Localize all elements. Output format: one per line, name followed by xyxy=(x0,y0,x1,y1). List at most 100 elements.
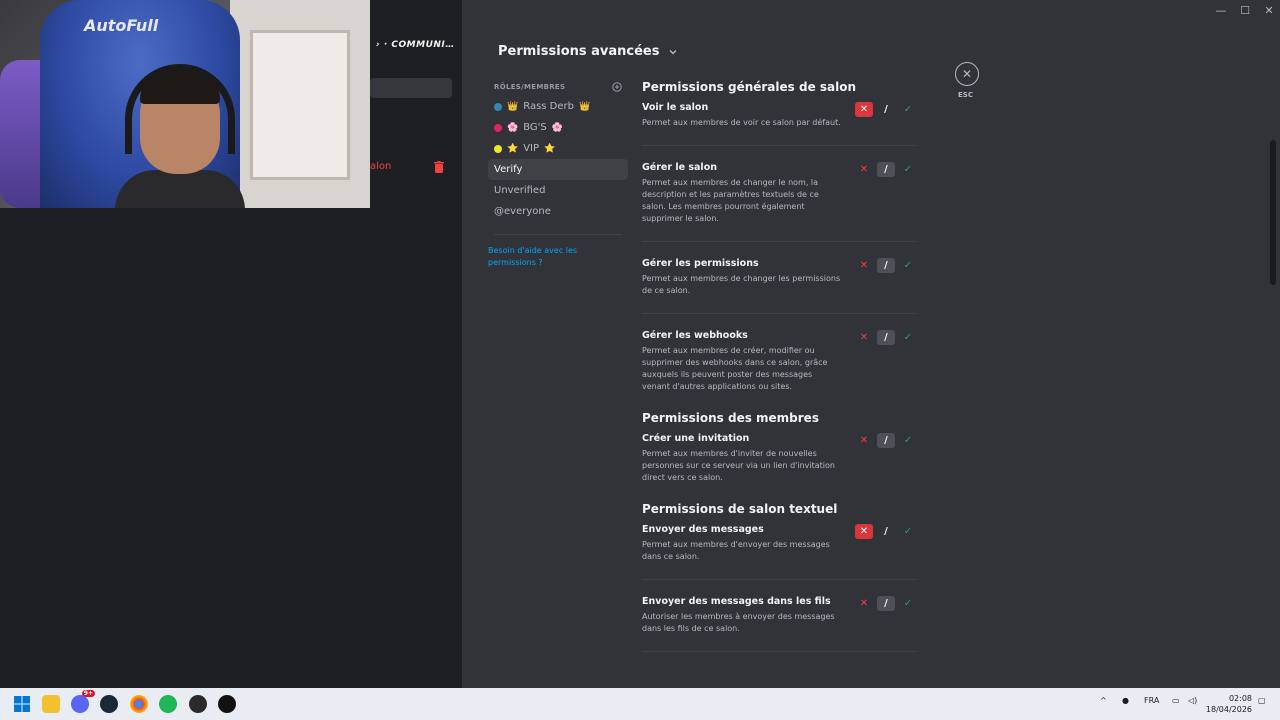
tray-expand-icon[interactable]: ^ xyxy=(1100,696,1107,705)
sidebar-category-header: › · COMMUNI… xyxy=(376,40,455,50)
microphone-icon[interactable]: ● xyxy=(1122,696,1129,705)
permission-description: Permet aux membres de créer, modifier ou… xyxy=(642,346,828,391)
role-emoji-icon: ⭐ xyxy=(544,143,556,154)
scrollbar-thumb[interactable] xyxy=(1270,140,1276,285)
roles-members-list: RÔLES/MEMBRES 👑 Rass Derb 👑 🌸 BG'S 🌸 ⭐ VIP ⭐ Veri… xyxy=(488,80,628,269)
role-label: Rass Derb xyxy=(523,101,574,112)
allow-toggle-button[interactable]: ✓ xyxy=(899,524,917,539)
esc-label: ESC xyxy=(958,91,973,99)
role-item[interactable]: Verify xyxy=(488,159,628,180)
sidebar-selected-item[interactable] xyxy=(370,78,452,98)
role-item[interactable]: Unverified xyxy=(488,180,628,201)
roles-header-label: RÔLES/MEMBRES xyxy=(494,83,566,91)
permission-section-title: Permissions des membres xyxy=(642,411,819,425)
deny-toggle-button[interactable]: ✕ xyxy=(855,596,873,611)
permission-row: Gérer le salon Permet aux membres de chan… xyxy=(642,146,917,242)
webcam-overlay: AutoFull xyxy=(0,0,370,208)
neutral-toggle-button[interactable]: / xyxy=(877,524,895,539)
discord-badge: 9+ xyxy=(81,690,95,697)
webcam-person-body xyxy=(115,170,245,208)
deny-toggle-button[interactable]: ✕ xyxy=(855,162,873,177)
advanced-permissions-panel: — ☐ ✕ Permissions avancées RÔLES/MEMBRES… xyxy=(462,0,1280,688)
allow-toggle-button[interactable]: ✓ xyxy=(899,162,917,177)
allow-toggle-button[interactable]: ✓ xyxy=(899,102,917,117)
allow-toggle-button[interactable]: ✓ xyxy=(899,258,917,273)
language-indicator[interactable]: FRA xyxy=(1144,696,1159,705)
permissions-help-link[interactable]: Besoin d'aide avec les permissions ? xyxy=(488,245,598,269)
window-maximize-button[interactable]: ☐ xyxy=(1238,4,1252,18)
role-emoji-icon: ⭐ xyxy=(507,143,519,154)
chevron-down-icon[interactable] xyxy=(668,47,678,57)
neutral-toggle-button[interactable]: / xyxy=(877,258,895,273)
permission-section-title: Permissions générales de salon xyxy=(642,80,857,94)
allow-toggle-button[interactable]: ✓ xyxy=(899,433,917,448)
window-minimize-button[interactable]: — xyxy=(1214,4,1228,18)
panel-title: Permissions avancées xyxy=(498,44,660,59)
permission-description: Permet aux membres de changer les permis… xyxy=(642,274,841,295)
discord-icon[interactable]: 9+ xyxy=(71,690,95,713)
deny-toggle-button[interactable]: ✕ xyxy=(855,524,873,539)
webcam-chair-brand: AutoFull xyxy=(84,16,159,35)
windows-start-icon[interactable] xyxy=(13,695,31,713)
permission-row: Envoyer des messages dans les fils Autori… xyxy=(642,580,917,652)
permission-toggle-group: ✕ / ✓ xyxy=(855,433,917,448)
role-emoji-icon: 🌸 xyxy=(551,122,563,133)
permission-description: Autoriser les membres à envoyer des mess… xyxy=(642,612,835,633)
deny-toggle-button[interactable]: ✕ xyxy=(855,258,873,273)
window-close-button[interactable]: ✕ xyxy=(1262,4,1276,18)
deny-toggle-button[interactable]: ✕ xyxy=(855,330,873,345)
neutral-toggle-button[interactable]: / xyxy=(877,433,895,448)
role-label: Unverified xyxy=(494,185,546,196)
steam-icon[interactable] xyxy=(100,695,118,713)
permission-toggle-group: ✕ / ✓ xyxy=(855,162,917,177)
deny-toggle-button[interactable]: ✕ xyxy=(855,433,873,448)
permission-toggle-group: ✕ / ✓ xyxy=(855,102,917,117)
add-role-icon[interactable] xyxy=(612,82,622,92)
notifications-icon[interactable]: ▢ xyxy=(1258,696,1266,705)
permission-description: Permet aux membres d'envoyer des message… xyxy=(642,540,830,561)
network-icon[interactable]: ▭ xyxy=(1172,696,1180,705)
neutral-toggle-button[interactable]: / xyxy=(877,162,895,177)
role-item[interactable]: 🌸 BG'S 🌸 xyxy=(488,117,628,138)
allow-toggle-button[interactable]: ✓ xyxy=(899,596,917,611)
clock-date: 18/04/2026 xyxy=(1205,705,1252,714)
chrome-icon[interactable] xyxy=(130,695,148,713)
role-item[interactable]: 👑 Rass Derb 👑 xyxy=(488,96,628,117)
permissions-list: Permissions générales de salon Voir le sa… xyxy=(642,80,917,652)
permission-toggle-group: ✕ / ✓ xyxy=(855,258,917,273)
role-emoji-icon: 👑 xyxy=(579,101,591,112)
system-clock[interactable]: 02:08 18/04/2026 xyxy=(1204,693,1252,715)
allow-toggle-button[interactable]: ✓ xyxy=(899,330,917,345)
file-explorer-icon[interactable] xyxy=(42,695,60,713)
role-label: BG'S xyxy=(523,122,547,133)
neutral-toggle-button[interactable]: / xyxy=(877,330,895,345)
role-item[interactable]: @everyone xyxy=(488,201,628,222)
spotify-icon[interactable] xyxy=(159,695,177,713)
permission-row: Envoyer des messages Permet aux membres d… xyxy=(642,522,917,580)
obs-icon[interactable] xyxy=(189,695,207,713)
close-button[interactable]: ✕ xyxy=(955,62,979,86)
webcam-person xyxy=(115,60,245,208)
windows-taskbar: 9+ ^ ● FRA ▭ ◁) 02:08 18/04/2026 ▢ xyxy=(0,688,1280,720)
roles-divider xyxy=(494,234,622,235)
delete-channel-item[interactable]: alon xyxy=(370,161,391,172)
roles-header: RÔLES/MEMBRES xyxy=(488,80,628,94)
roles-list: 👑 Rass Derb 👑 🌸 BG'S 🌸 ⭐ VIP ⭐ Verify Unverified @e… xyxy=(488,96,628,222)
role-emoji-icon: 🌸 xyxy=(507,122,519,133)
logitech-g-icon[interactable] xyxy=(218,695,236,713)
role-item[interactable]: ⭐ VIP ⭐ xyxy=(488,138,628,159)
role-color-dot xyxy=(494,144,502,153)
permission-description: Permet aux membres de voir ce salon par … xyxy=(642,118,841,127)
clock-time: 02:08 xyxy=(1228,694,1252,703)
volume-icon[interactable]: ◁) xyxy=(1188,696,1197,705)
panel-title-row[interactable]: Permissions avancées xyxy=(498,44,678,59)
permission-toggle-group: ✕ / ✓ xyxy=(855,596,917,611)
neutral-toggle-button[interactable]: / xyxy=(877,596,895,611)
permission-toggle-group: ✕ / ✓ xyxy=(855,330,917,345)
role-label: VIP xyxy=(523,143,540,154)
permission-row: Créer une invitation Permet aux membres d… xyxy=(642,431,917,484)
trash-icon[interactable] xyxy=(434,161,444,173)
neutral-toggle-button[interactable]: / xyxy=(877,102,895,117)
deny-toggle-button[interactable]: ✕ xyxy=(855,102,873,117)
role-label: @everyone xyxy=(494,206,551,217)
